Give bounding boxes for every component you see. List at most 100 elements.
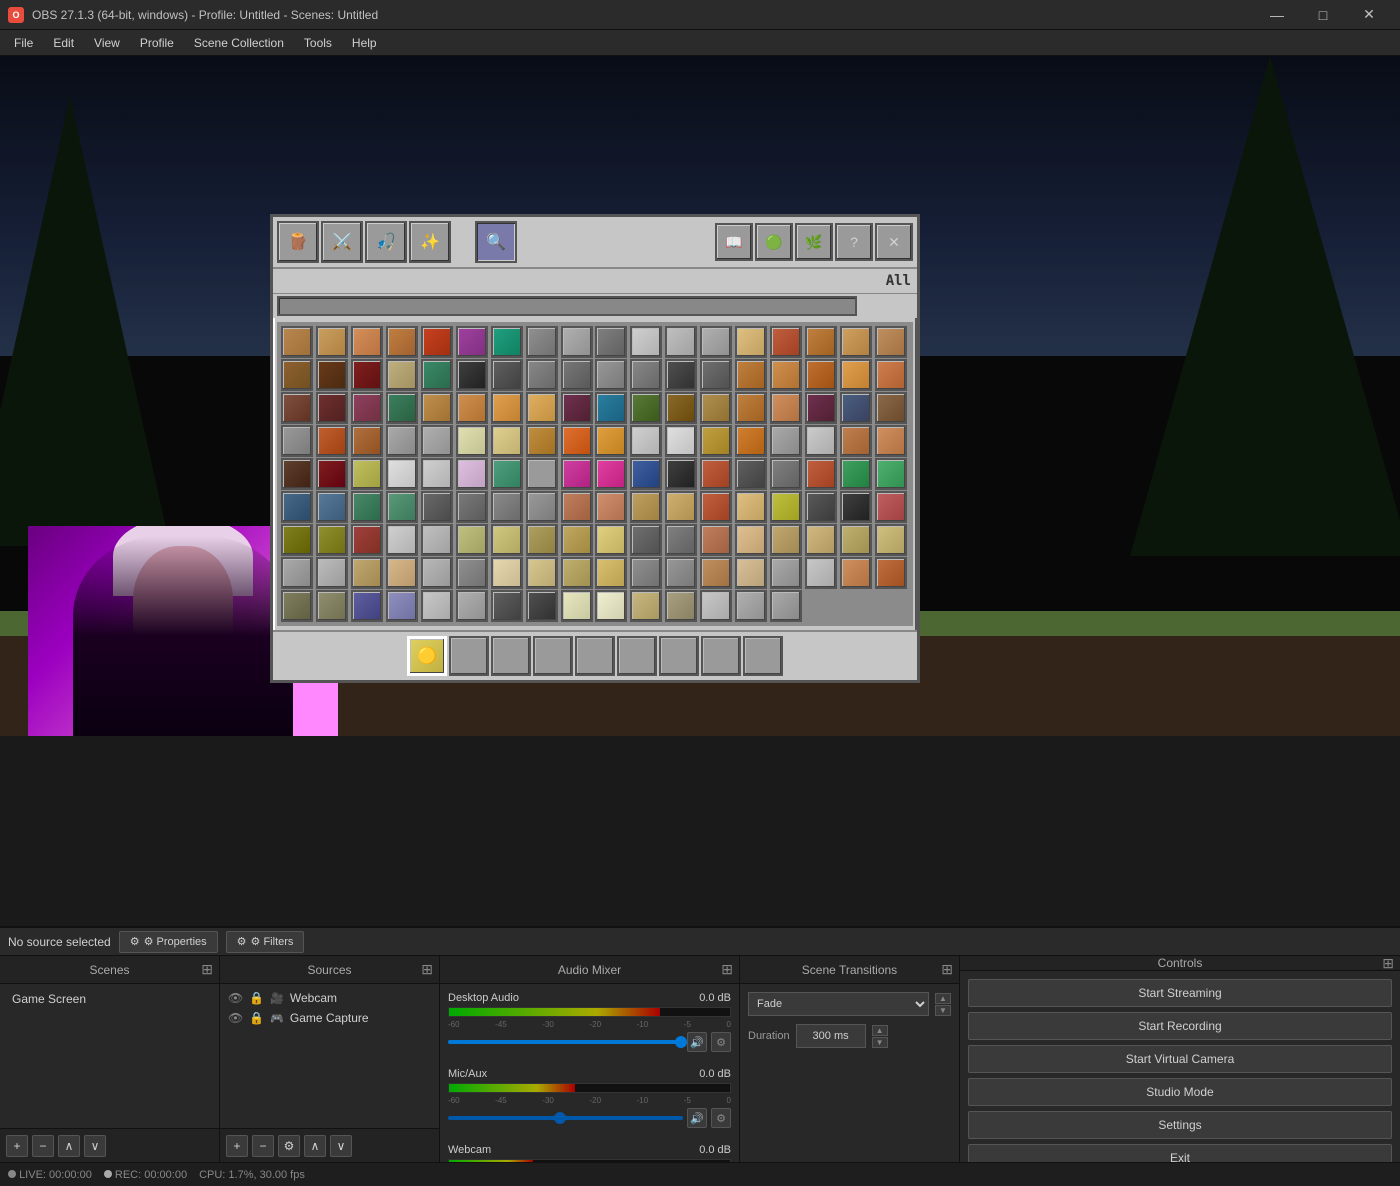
audio-panel-icon[interactable]: ⊞ <box>721 961 733 978</box>
mc-item[interactable] <box>735 491 767 523</box>
mc-item[interactable] <box>875 359 907 391</box>
mc-toolbar-seed[interactable]: 🟢 <box>755 223 793 261</box>
mc-item[interactable] <box>421 590 453 622</box>
mc-item[interactable] <box>351 524 383 556</box>
mc-item[interactable] <box>491 359 523 391</box>
mc-item[interactable] <box>491 392 523 424</box>
menu-tools[interactable]: Tools <box>296 33 340 53</box>
mc-item[interactable] <box>770 326 802 358</box>
exit-button[interactable]: Exit <box>968 1144 1392 1162</box>
mc-item[interactable] <box>665 359 697 391</box>
menu-scene-collection[interactable]: Scene Collection <box>186 33 292 53</box>
mc-hotbar-slot-3[interactable] <box>491 636 531 676</box>
volume-slider-handle[interactable] <box>675 1036 687 1048</box>
mc-item[interactable] <box>561 425 593 457</box>
mc-item[interactable] <box>630 392 662 424</box>
mc-item[interactable] <box>875 557 907 589</box>
mc-item[interactable] <box>316 458 348 490</box>
mc-item[interactable] <box>665 458 697 490</box>
mc-toolbar-wood[interactable]: 🪵 <box>277 221 319 263</box>
mc-item[interactable] <box>386 392 418 424</box>
mc-item[interactable] <box>316 326 348 358</box>
move-scene-down-button[interactable]: ∨ <box>84 1135 106 1157</box>
mc-toolbar-help[interactable]: ? <box>835 223 873 261</box>
mc-item[interactable] <box>526 491 558 523</box>
mc-item[interactable] <box>526 326 558 358</box>
volume-slider-desktop[interactable] <box>448 1040 683 1044</box>
mc-item[interactable] <box>281 557 313 589</box>
scenes-panel-icon[interactable]: ⊞ <box>201 961 213 978</box>
mc-item[interactable] <box>595 326 627 358</box>
mc-toolbar-book[interactable]: 📖 <box>715 223 753 261</box>
mc-item[interactable] <box>840 326 872 358</box>
mc-item[interactable] <box>386 425 418 457</box>
mute-button-desktop[interactable]: 🔊 <box>687 1032 707 1052</box>
mc-item[interactable] <box>386 524 418 556</box>
start-virtual-camera-button[interactable]: Start Virtual Camera <box>968 1045 1392 1073</box>
mc-hotbar-slot-2[interactable] <box>449 636 489 676</box>
mc-item[interactable] <box>700 557 732 589</box>
mc-item[interactable] <box>456 359 488 391</box>
mc-item[interactable] <box>316 590 348 622</box>
add-source-button[interactable]: + <box>226 1135 248 1157</box>
mc-item[interactable] <box>735 557 767 589</box>
mc-item[interactable] <box>421 326 453 358</box>
mc-item[interactable] <box>281 359 313 391</box>
mc-item[interactable] <box>700 425 732 457</box>
mc-item[interactable] <box>735 590 767 622</box>
mc-item[interactable] <box>561 392 593 424</box>
mc-hotbar-slot-4[interactable] <box>533 636 573 676</box>
mc-item[interactable] <box>805 491 837 523</box>
mc-item[interactable] <box>316 359 348 391</box>
mc-item[interactable] <box>281 425 313 457</box>
mc-toolbar-search[interactable]: 🔍 <box>475 221 517 263</box>
mc-item[interactable] <box>665 557 697 589</box>
mc-toolbar-enchant[interactable]: ✨ <box>409 221 451 263</box>
mc-item[interactable] <box>735 458 767 490</box>
mc-item[interactable] <box>770 557 802 589</box>
mc-item[interactable] <box>630 557 662 589</box>
mc-item[interactable] <box>351 590 383 622</box>
mc-item[interactable] <box>735 524 767 556</box>
mc-item[interactable] <box>456 557 488 589</box>
mc-hotbar-slot-5[interactable] <box>575 636 615 676</box>
mc-item[interactable] <box>770 392 802 424</box>
mc-toolbar-sword[interactable]: ⚔️ <box>321 221 363 263</box>
mc-item[interactable] <box>595 557 627 589</box>
mc-item[interactable] <box>491 458 523 490</box>
mc-item[interactable] <box>386 491 418 523</box>
mc-item[interactable] <box>805 326 837 358</box>
mc-item[interactable] <box>351 458 383 490</box>
mc-item[interactable] <box>526 590 558 622</box>
mc-toolbar-close[interactable]: ✕ <box>875 223 913 261</box>
mc-item[interactable] <box>665 524 697 556</box>
mc-item[interactable] <box>281 524 313 556</box>
mc-item[interactable] <box>456 590 488 622</box>
mc-item[interactable] <box>595 590 627 622</box>
move-source-up-button[interactable]: ∧ <box>304 1135 326 1157</box>
mc-item[interactable] <box>561 491 593 523</box>
transition-type-select[interactable]: Fade Cut Swipe <box>748 992 929 1016</box>
mc-item[interactable] <box>491 491 523 523</box>
mc-item[interactable] <box>316 491 348 523</box>
mc-item[interactable] <box>875 524 907 556</box>
mc-hotbar-slot-9[interactable] <box>743 636 783 676</box>
mc-item[interactable] <box>875 326 907 358</box>
mc-item[interactable] <box>595 392 627 424</box>
mc-inventory-dialog[interactable]: 🪵 ⚔️ 🎣 ✨ 🔍 📖 🟢 🌿 ? ✕ All <box>270 214 920 683</box>
mc-item[interactable] <box>840 491 872 523</box>
duration-up-button[interactable]: ▲ <box>872 1025 888 1036</box>
mc-item[interactable] <box>595 458 627 490</box>
transition-up-button[interactable]: ▲ <box>935 993 951 1004</box>
properties-button[interactable]: ⚙ ⚙ Properties <box>119 931 218 953</box>
mc-item[interactable] <box>630 590 662 622</box>
mc-item[interactable] <box>840 359 872 391</box>
mc-item[interactable] <box>386 359 418 391</box>
mc-item[interactable] <box>456 491 488 523</box>
mc-item[interactable] <box>386 326 418 358</box>
remove-scene-button[interactable]: − <box>32 1135 54 1157</box>
mc-item[interactable] <box>281 326 313 358</box>
mc-item[interactable] <box>630 359 662 391</box>
mc-item[interactable] <box>665 392 697 424</box>
mc-item[interactable] <box>735 425 767 457</box>
